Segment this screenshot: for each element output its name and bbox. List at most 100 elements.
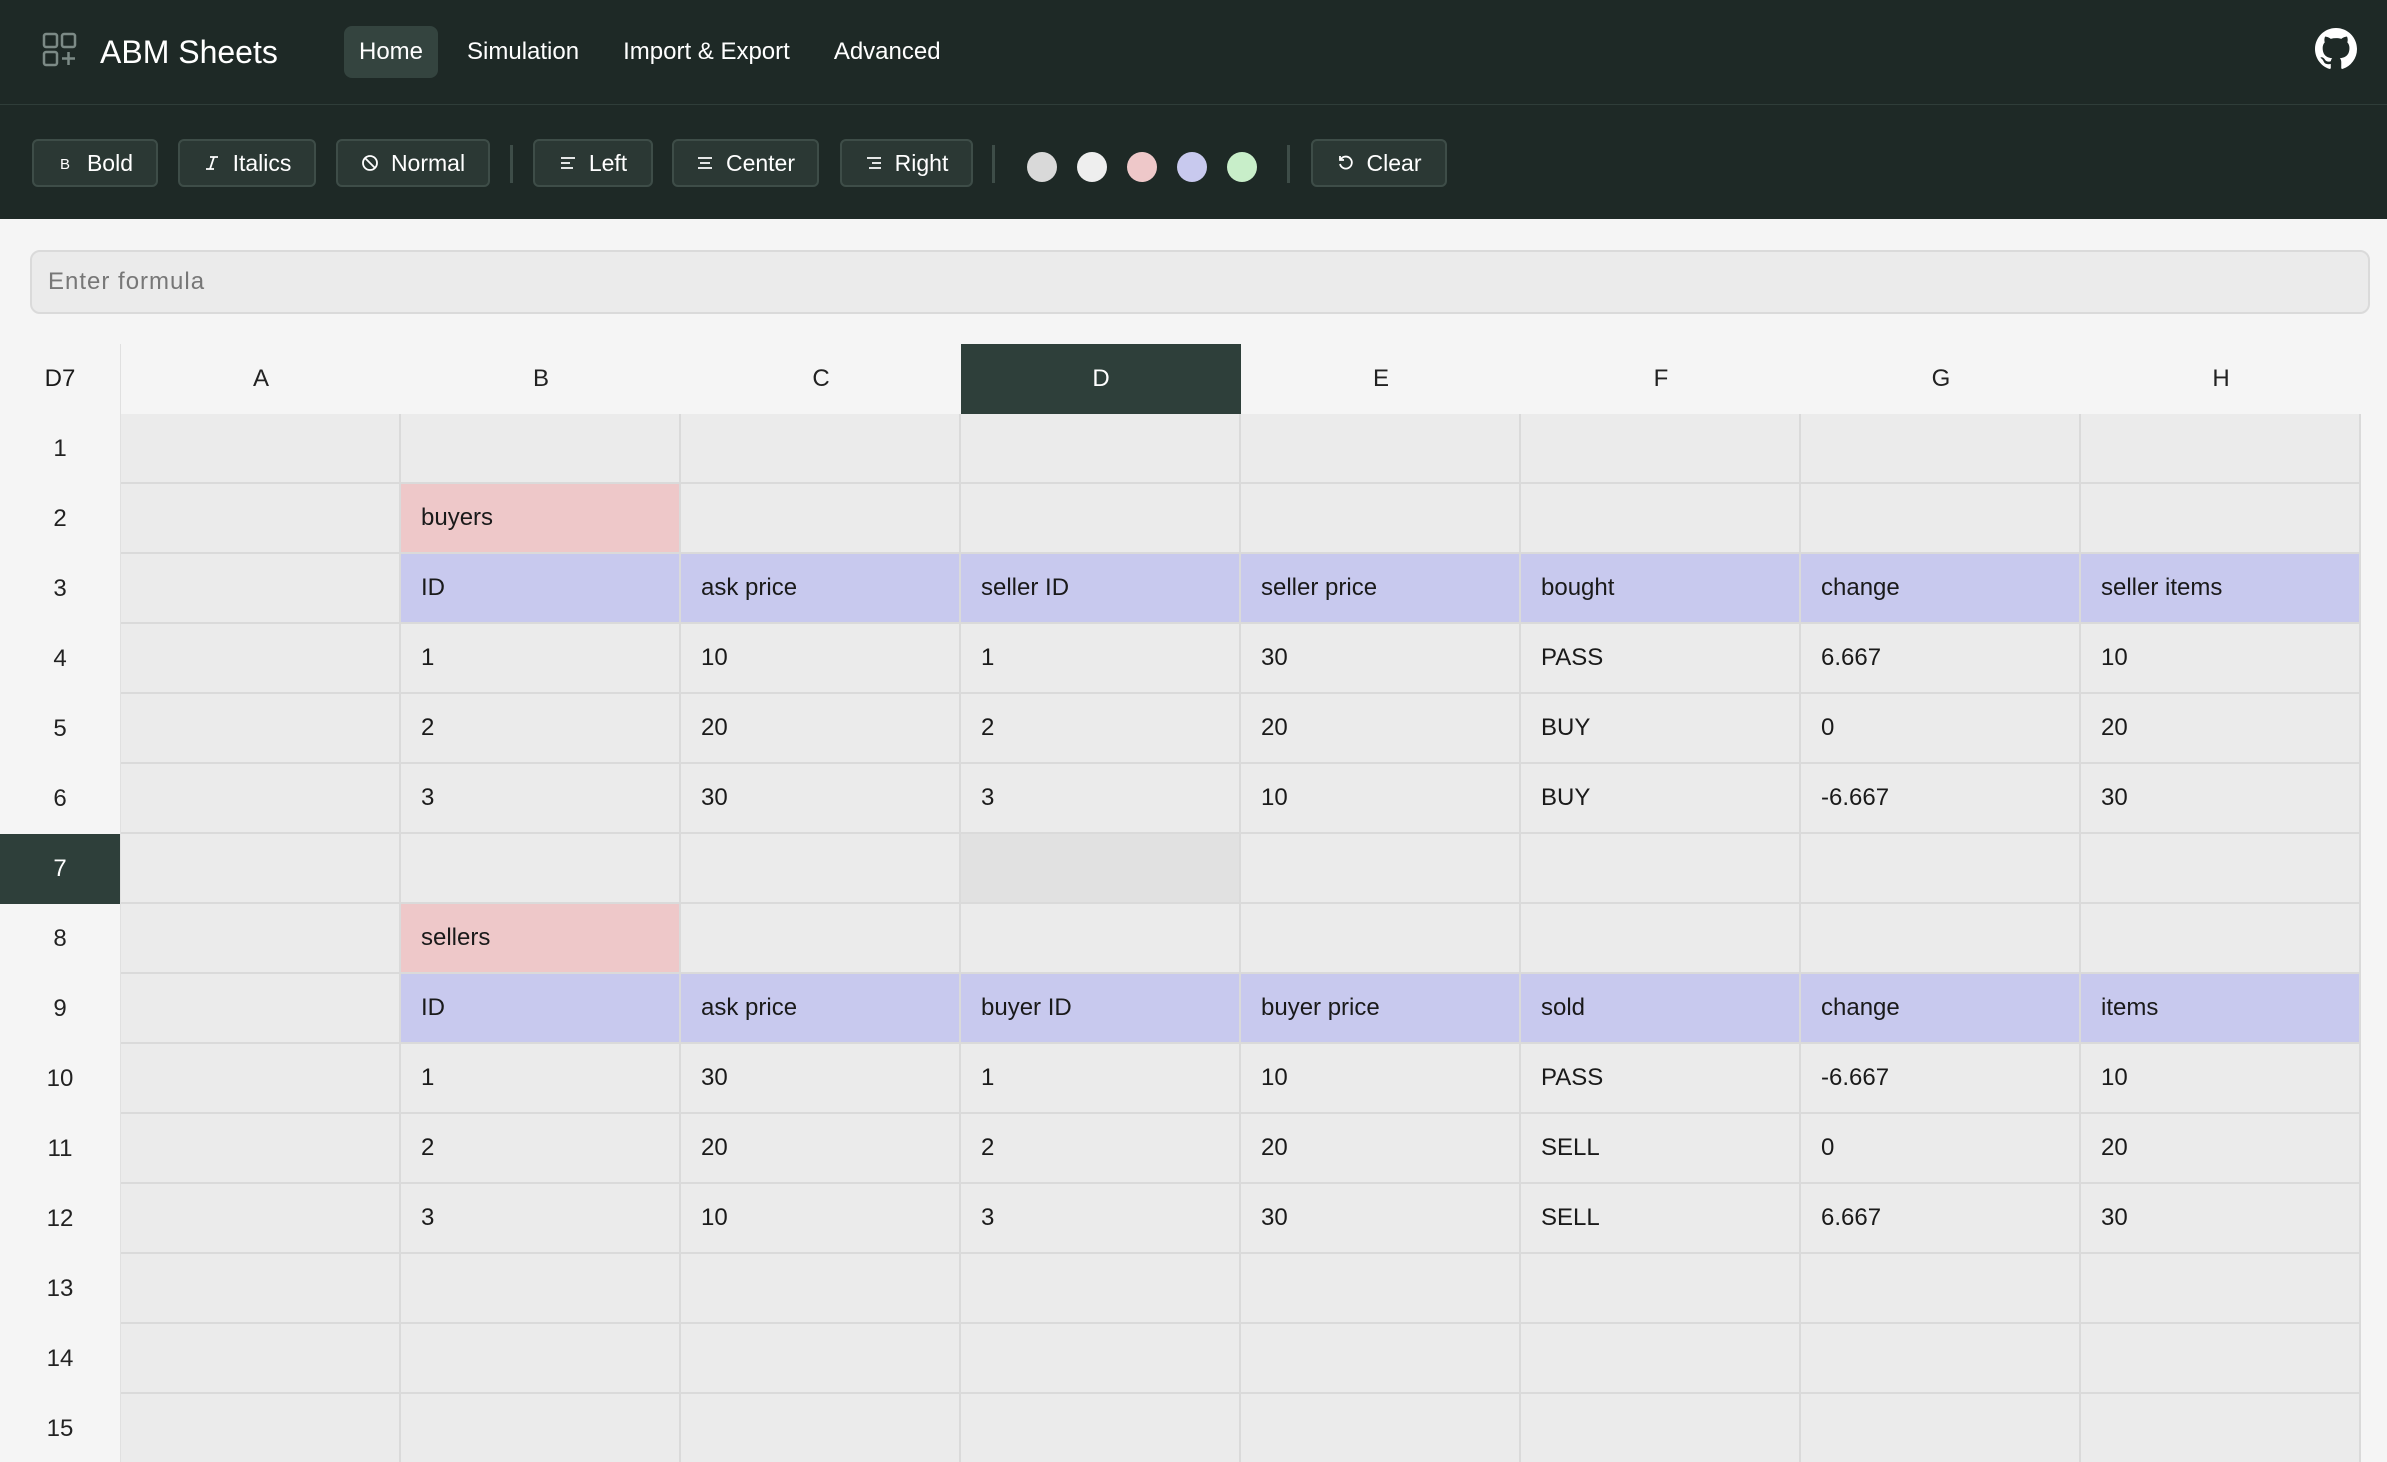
cell-c12[interactable]: 10: [681, 1184, 961, 1254]
cell-g5[interactable]: 0: [1801, 694, 2081, 764]
cell-e7[interactable]: [1241, 834, 1521, 904]
tab-import-export[interactable]: Import & Export: [608, 26, 805, 78]
row-header[interactable]: 14: [0, 1324, 121, 1394]
cell-f2[interactable]: [1521, 484, 1801, 554]
cell-c5[interactable]: 20: [681, 694, 961, 764]
cell-c2[interactable]: [681, 484, 961, 554]
cell-d8[interactable]: [961, 904, 1241, 974]
cell-h1[interactable]: [2081, 414, 2361, 484]
row-header[interactable]: 13: [0, 1254, 121, 1324]
cell-f5[interactable]: BUY: [1521, 694, 1801, 764]
cell-e10[interactable]: 10: [1241, 1044, 1521, 1114]
cell-c1[interactable]: [681, 414, 961, 484]
cell-d12[interactable]: 3: [961, 1184, 1241, 1254]
cell-b5[interactable]: 2: [401, 694, 681, 764]
cell-e5[interactable]: 20: [1241, 694, 1521, 764]
cell-a1[interactable]: [121, 414, 401, 484]
row-header[interactable]: 1: [0, 414, 121, 484]
cell-f11[interactable]: SELL: [1521, 1114, 1801, 1184]
cell-d1[interactable]: [961, 414, 1241, 484]
cell-e1[interactable]: [1241, 414, 1521, 484]
cell-d5[interactable]: 2: [961, 694, 1241, 764]
align-left-button[interactable]: Left: [533, 139, 653, 187]
cell-g10[interactable]: -6.667: [1801, 1044, 2081, 1114]
align-right-button[interactable]: Right: [840, 139, 973, 187]
cell-c7[interactable]: [681, 834, 961, 904]
cell-d3[interactable]: seller ID: [961, 554, 1241, 624]
cell-g3[interactable]: change: [1801, 554, 2081, 624]
cell-g11[interactable]: 0: [1801, 1114, 2081, 1184]
cell-a13[interactable]: [121, 1254, 401, 1324]
cell-b3[interactable]: ID: [401, 554, 681, 624]
cell-a3[interactable]: [121, 554, 401, 624]
cell-e11[interactable]: 20: [1241, 1114, 1521, 1184]
cell-g1[interactable]: [1801, 414, 2081, 484]
cell-g13[interactable]: [1801, 1254, 2081, 1324]
cell-d2[interactable]: [961, 484, 1241, 554]
cell-c13[interactable]: [681, 1254, 961, 1324]
cell-b4[interactable]: 1: [401, 624, 681, 694]
color-swatch-lavender[interactable]: [1177, 152, 1207, 182]
cell-b12[interactable]: 3: [401, 1184, 681, 1254]
cell-f3[interactable]: bought: [1521, 554, 1801, 624]
cell-f10[interactable]: PASS: [1521, 1044, 1801, 1114]
cell-e2[interactable]: [1241, 484, 1521, 554]
row-header[interactable]: 7: [0, 834, 121, 904]
column-header[interactable]: E: [1241, 344, 1521, 414]
cell-b15[interactable]: [401, 1394, 681, 1462]
cell-c9[interactable]: ask price: [681, 974, 961, 1044]
cell-f12[interactable]: SELL: [1521, 1184, 1801, 1254]
cell-e3[interactable]: seller price: [1241, 554, 1521, 624]
row-header[interactable]: 9: [0, 974, 121, 1044]
cell-e8[interactable]: [1241, 904, 1521, 974]
cell-h11[interactable]: 20: [2081, 1114, 2361, 1184]
cell-h2[interactable]: [2081, 484, 2361, 554]
cell-d6[interactable]: 3: [961, 764, 1241, 834]
cell-a10[interactable]: [121, 1044, 401, 1114]
cell-a4[interactable]: [121, 624, 401, 694]
cell-f13[interactable]: [1521, 1254, 1801, 1324]
cell-h12[interactable]: 30: [2081, 1184, 2361, 1254]
tab-home[interactable]: Home: [344, 26, 439, 78]
cell-f14[interactable]: [1521, 1324, 1801, 1394]
cell-a2[interactable]: [121, 484, 401, 554]
cell-c6[interactable]: 30: [681, 764, 961, 834]
column-header[interactable]: D: [961, 344, 1241, 414]
cell-d11[interactable]: 2: [961, 1114, 1241, 1184]
color-swatch-white[interactable]: [1077, 152, 1107, 182]
cell-h5[interactable]: 20: [2081, 694, 2361, 764]
cell-h14[interactable]: [2081, 1324, 2361, 1394]
cell-c15[interactable]: [681, 1394, 961, 1462]
cell-g6[interactable]: -6.667: [1801, 764, 2081, 834]
column-header[interactable]: H: [2081, 344, 2361, 414]
cell-h6[interactable]: 30: [2081, 764, 2361, 834]
cell-b6[interactable]: 3: [401, 764, 681, 834]
tab-simulation[interactable]: Simulation: [452, 26, 594, 78]
cell-c3[interactable]: ask price: [681, 554, 961, 624]
cell-h3[interactable]: seller items: [2081, 554, 2361, 624]
row-header[interactable]: 11: [0, 1114, 121, 1184]
cell-a14[interactable]: [121, 1324, 401, 1394]
tab-advanced[interactable]: Advanced: [819, 26, 956, 78]
row-header[interactable]: 15: [0, 1394, 121, 1462]
formula-input[interactable]: [30, 250, 2370, 314]
cell-g8[interactable]: [1801, 904, 2081, 974]
cell-a8[interactable]: [121, 904, 401, 974]
cell-h7[interactable]: [2081, 834, 2361, 904]
column-header[interactable]: G: [1801, 344, 2081, 414]
cell-d9[interactable]: buyer ID: [961, 974, 1241, 1044]
cell-f4[interactable]: PASS: [1521, 624, 1801, 694]
cell-f15[interactable]: [1521, 1394, 1801, 1462]
cell-h4[interactable]: 10: [2081, 624, 2361, 694]
cell-b14[interactable]: [401, 1324, 681, 1394]
cell-g9[interactable]: change: [1801, 974, 2081, 1044]
cell-d10[interactable]: 1: [961, 1044, 1241, 1114]
row-header[interactable]: 10: [0, 1044, 121, 1114]
cell-b11[interactable]: 2: [401, 1114, 681, 1184]
cell-g15[interactable]: [1801, 1394, 2081, 1462]
cell-g2[interactable]: [1801, 484, 2081, 554]
cell-g4[interactable]: 6.667: [1801, 624, 2081, 694]
cell-h15[interactable]: [2081, 1394, 2361, 1462]
cell-f6[interactable]: BUY: [1521, 764, 1801, 834]
cell-e12[interactable]: 30: [1241, 1184, 1521, 1254]
